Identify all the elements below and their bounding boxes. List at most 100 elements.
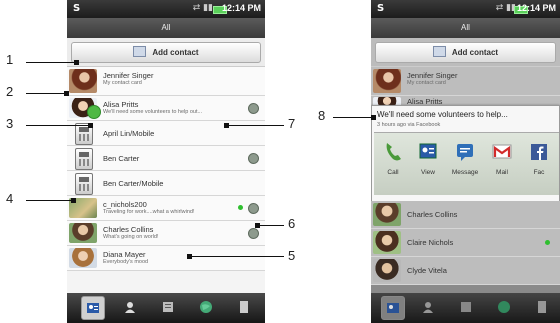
contact-name: Jennifer Singer: [407, 71, 458, 80]
callout-line: [191, 256, 284, 257]
contact-status: My contact card: [407, 80, 446, 86]
add-contact-row: Add contact: [371, 38, 560, 67]
status-bar: S ⇄ ▮▮ 12:14 PM: [371, 0, 560, 18]
contact-row-my-card[interactable]: Jennifer Singer My contact card: [67, 67, 265, 96]
mail-icon: [492, 144, 512, 159]
tab-groups[interactable]: [119, 296, 141, 318]
status-bar: S ⇄ ▮▮ 12:14 PM: [67, 0, 265, 18]
contact-row[interactable]: Charles Collins What's going on world!: [67, 221, 265, 246]
signal-icons: ⇄ ▮▮: [192, 3, 213, 13]
add-contact-label: Add contact: [152, 48, 199, 57]
call-button[interactable]: Call: [376, 137, 410, 191]
avatar: [69, 69, 97, 93]
tab-more[interactable]: [531, 296, 553, 318]
phone-screen-contacts: S ⇄ ▮▮ 12:14 PM All Add contact Jennifer…: [67, 0, 265, 323]
avatar: [373, 231, 401, 254]
callout-label: 4: [6, 191, 14, 206]
add-contact-label: Add contact: [451, 48, 499, 57]
add-contact-button[interactable]: Add contact: [375, 42, 556, 63]
contact-name: c_nichols200: [103, 200, 147, 209]
contact-row[interactable]: Diana Mayer Everybody's mood: [67, 246, 265, 271]
bottom-tab-bar: [371, 293, 560, 323]
tab-online-directory[interactable]: [195, 296, 217, 318]
tab-groups[interactable]: [417, 296, 439, 318]
avatar: [69, 248, 97, 268]
add-contact-button[interactable]: Add contact: [71, 42, 261, 63]
contact-name: April Lin/Mobile: [103, 129, 155, 138]
mail-label: Mail: [496, 169, 508, 176]
contact-status: Traveling for work....what a whirlwind!: [103, 209, 195, 215]
contact-status: We'll need some volunteers to help out..…: [103, 109, 203, 115]
tab-call-history[interactable]: [157, 296, 179, 318]
contact-row[interactable]: c_nichols200 Traveling for work....what …: [67, 196, 265, 221]
contact-name: Claire Nichols: [407, 238, 454, 247]
call-label: Call: [387, 169, 399, 176]
mail-button[interactable]: Mail: [485, 137, 519, 191]
callout-marker: [371, 115, 376, 120]
view-button[interactable]: View: [411, 137, 445, 191]
status-update-icon: [87, 105, 101, 119]
presence-icon: [248, 228, 259, 239]
callout-marker: [64, 91, 69, 96]
carrier-icon: S: [377, 3, 385, 14]
add-contact-icon: [432, 46, 446, 58]
contact-quick-popup[interactable]: We'll need some volunteers to help... 3 …: [371, 105, 560, 202]
message-label: Message: [451, 169, 479, 176]
presence-icon: [248, 153, 259, 164]
clock: 12:14 PM: [221, 3, 261, 13]
callout-line: [26, 200, 72, 201]
contact-name: Charles Collins: [103, 225, 154, 234]
contact-status: Everybody's mood: [103, 259, 149, 265]
bottom-tab-bar: [67, 293, 265, 323]
contact-row[interactable]: Alisa Pritts We'll need some volunteers …: [67, 96, 265, 121]
callout-label: 2: [6, 84, 14, 99]
contact-row[interactable]: Clyde Vitela: [371, 257, 560, 285]
phone-handset-icon: [386, 143, 401, 161]
tab-call-history[interactable]: [455, 296, 477, 318]
popup-status-time: 3 hours ago via Facebook: [377, 122, 441, 128]
history-icon: [461, 302, 471, 312]
add-contact-row: Add contact: [67, 38, 265, 67]
tab-contacts[interactable]: [81, 296, 105, 320]
contact-status: What's going on world!: [103, 234, 159, 240]
callout-label: 5: [288, 248, 296, 263]
contact-name: Ben Carter/Mobile: [103, 179, 164, 188]
message-icon: [457, 144, 473, 161]
callout-line: [333, 117, 375, 118]
more-icon: [538, 301, 546, 313]
callout-marker: [71, 198, 76, 203]
callout-line: [228, 125, 284, 126]
popup-actions: Call View Message Mail Fac: [374, 132, 559, 195]
callout-line: [259, 225, 284, 226]
tab-contacts[interactable]: [381, 296, 405, 320]
globe-icon: [498, 301, 510, 313]
contact-row[interactable]: Ben Carter/Mobile: [67, 171, 265, 196]
phone-screen-contact-popup: S ⇄ ▮▮ 12:14 PM All Add contact Jennifer…: [371, 0, 560, 323]
mobile-phone-icon: [75, 173, 93, 195]
contacts-icon: [387, 303, 399, 313]
callout-label: 3: [6, 116, 14, 131]
avatar: [373, 69, 401, 93]
contact-name: Ben Carter: [103, 154, 140, 163]
history-icon: [163, 302, 173, 312]
contact-name: Alisa Pritts: [103, 100, 139, 109]
tab-online-directory[interactable]: [493, 296, 515, 318]
callout-marker: [224, 123, 229, 128]
avatar: [69, 223, 97, 243]
callout-line: [26, 62, 76, 63]
more-icon: [240, 301, 248, 313]
contact-status: My contact card: [103, 80, 142, 86]
clock: 12:14 PM: [516, 3, 556, 13]
callout-label: 8: [318, 108, 326, 123]
contact-row[interactable]: Charles Collins: [371, 201, 560, 229]
online-status-icon: [238, 205, 243, 210]
contact-row[interactable]: Claire Nichols: [371, 229, 560, 257]
message-button[interactable]: Message: [448, 137, 482, 191]
contact-row[interactable]: Ben Carter: [67, 146, 265, 171]
tab-more[interactable]: [233, 296, 255, 318]
facebook-button[interactable]: Fac: [522, 137, 556, 191]
callout-label: 6: [288, 216, 296, 231]
contact-row-my-card[interactable]: Jennifer Singer My contact card: [371, 67, 560, 96]
contacts-list[interactable]: Add contact Jennifer Singer My contact c…: [67, 38, 265, 293]
callout-line: [26, 93, 66, 94]
